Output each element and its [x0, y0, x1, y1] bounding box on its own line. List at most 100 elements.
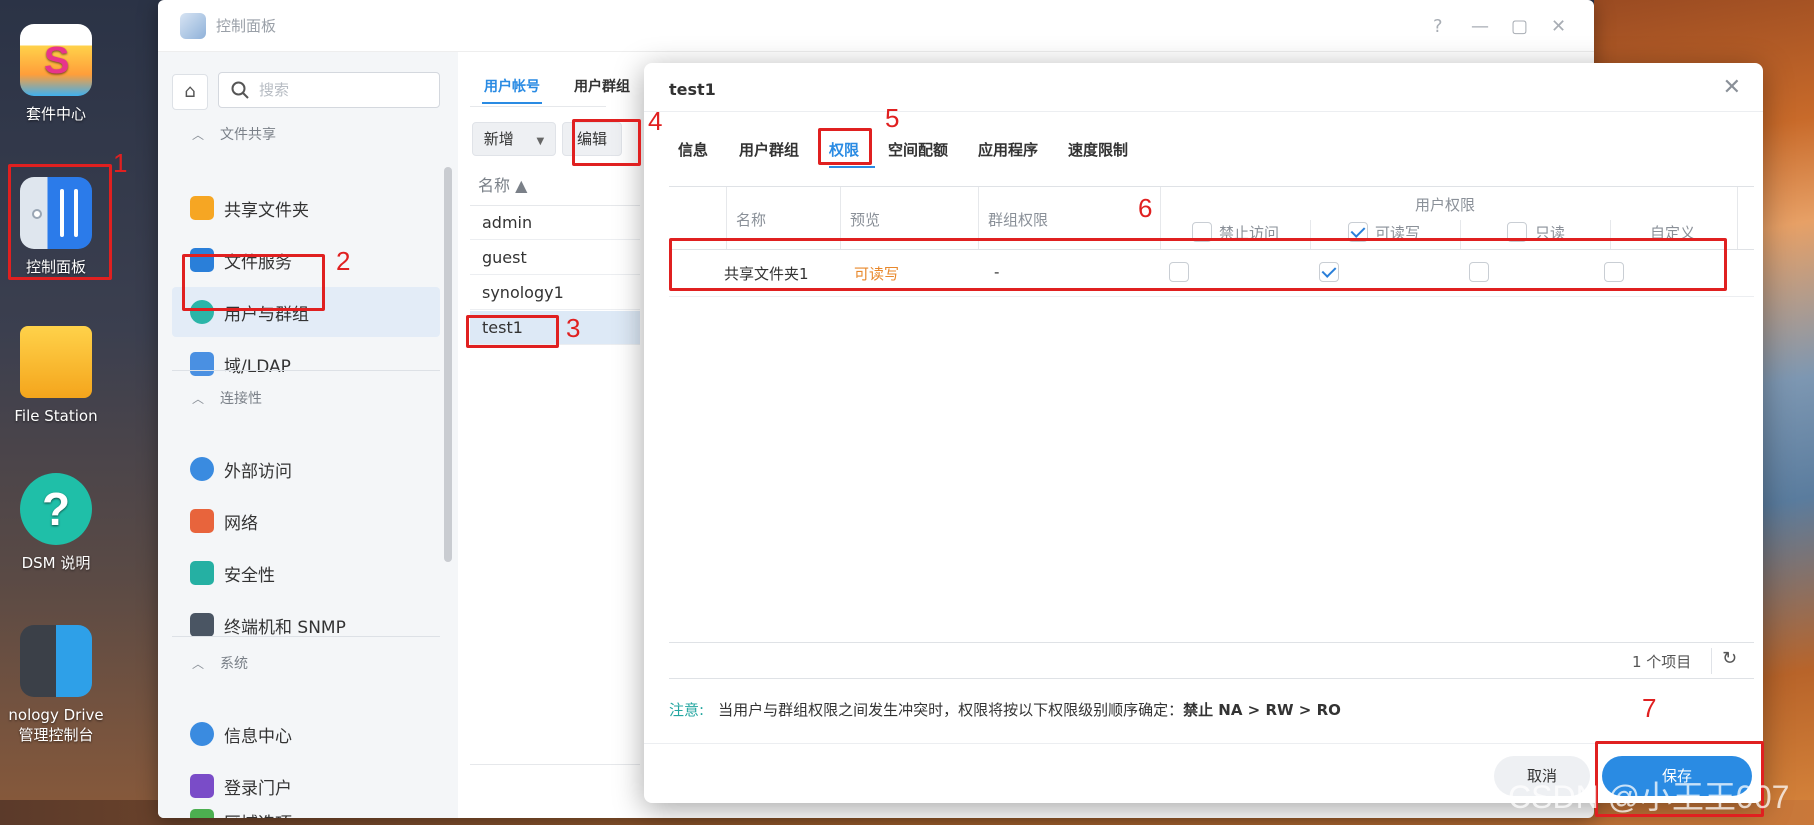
- column-header-name[interactable]: 名称: [736, 209, 766, 230]
- section-title: 系统: [220, 656, 249, 672]
- row-border: [669, 296, 1754, 297]
- user-row-admin[interactable]: admin: [470, 206, 640, 240]
- divider: [172, 370, 440, 371]
- sidebar-item-label: 网络: [224, 513, 258, 534]
- help-icon: ?: [20, 473, 92, 545]
- list-header-name[interactable]: 名称 ▲: [478, 172, 628, 196]
- annotation-number-6: 6: [1138, 193, 1153, 223]
- column-header-preview[interactable]: 预览: [850, 209, 880, 230]
- sidebar-item-terminal-snmp[interactable]: 终端机和 SNMP: [172, 600, 440, 650]
- sidebar: ⌂ ︿文件共享 共享文件夹 文件服务 用户与群组 域/LDAP ︿连接性 外部访…: [158, 52, 458, 818]
- annotation-number-2: 2: [336, 246, 351, 276]
- sidebar-item-network[interactable]: 网络: [172, 496, 440, 546]
- sidebar-item-login-portal[interactable]: 登录门户: [172, 761, 440, 811]
- annotation-box-5: [818, 128, 872, 165]
- search-box[interactable]: [218, 72, 440, 108]
- minimize-icon[interactable]: —: [1471, 16, 1489, 37]
- sidebar-scrollbar[interactable]: [444, 167, 452, 562]
- divider: [644, 111, 1763, 112]
- sidebar-item-regional-options[interactable]: 区域选项: [172, 809, 440, 818]
- divider: [1711, 648, 1712, 674]
- user-row-synology1[interactable]: synology1: [470, 276, 640, 310]
- annotation-box-2: [182, 254, 325, 311]
- sidebar-item-label: 共享文件夹: [224, 200, 309, 221]
- annotation-number-5: 5: [885, 103, 900, 133]
- dsm-help-label: DSM 说明: [21, 554, 91, 572]
- sidebar-item-label: 外部访问: [224, 461, 292, 482]
- tab-info[interactable]: 信息: [678, 139, 708, 160]
- regional-options-icon: [190, 809, 214, 818]
- sidebar-item-shared-folder[interactable]: 共享文件夹: [172, 183, 440, 233]
- sidebar-item-ldap[interactable]: 域/LDAP: [172, 339, 440, 389]
- dsm-help-desktop-icon[interactable]: ? DSM 说明: [0, 473, 112, 573]
- section-system[interactable]: ︿ 系统: [192, 653, 248, 673]
- section-title: 文件共享: [220, 127, 277, 143]
- shield-icon: [190, 561, 214, 585]
- sidebar-item-external-access[interactable]: 外部访问: [172, 444, 440, 494]
- section-file-sharing[interactable]: ︿ 文件共享: [192, 124, 276, 144]
- user-row-guest[interactable]: guest: [470, 241, 640, 275]
- dialog-title: test1: [669, 80, 716, 99]
- sidebar-item-security[interactable]: 安全性: [172, 548, 440, 598]
- active-tab-indicator: [829, 166, 875, 168]
- sidebar-item-info-center[interactable]: 信息中心: [172, 709, 440, 759]
- package-center-label: 套件中心: [25, 105, 86, 123]
- network-icon: [190, 509, 214, 533]
- chevron-up-icon: ︿: [192, 657, 205, 671]
- sidebar-item-label: 区域选项: [224, 809, 292, 818]
- package-center-desktop-icon[interactable]: S 套件中心: [0, 24, 112, 124]
- tab-speed-limit[interactable]: 速度限制: [1068, 139, 1128, 160]
- tab-user-groups[interactable]: 用户群组: [739, 139, 799, 160]
- annotation-box-4: [572, 119, 641, 166]
- domain-icon: [190, 352, 214, 376]
- item-count: 1 个项目: [1632, 653, 1692, 671]
- grid-footer-border: [669, 642, 1754, 643]
- add-button[interactable]: 新增 ▼: [472, 122, 556, 156]
- package-center-icon: S: [20, 24, 92, 96]
- note-text: 当用户与群组权限之间发生冲突时，权限将按以下权限级别顺序确定：: [718, 701, 1184, 719]
- help-icon[interactable]: ?: [1433, 16, 1443, 37]
- tab-applications[interactable]: 应用程序: [978, 139, 1038, 160]
- sidebar-item-label: 安全性: [224, 565, 275, 586]
- annotation-number-3: 3: [566, 313, 581, 343]
- sidebar-item-label: 信息中心: [224, 726, 292, 747]
- note-order: 禁止 NA > RW > RO: [1183, 701, 1341, 719]
- annotation-number-4: 4: [648, 106, 663, 136]
- sidebar-item-label: 登录门户: [224, 778, 292, 799]
- window-titlebar: 控制面板 ? — ▢ ✕: [158, 0, 1594, 52]
- grid-top-border: [669, 186, 1754, 187]
- tab-user-accounts[interactable]: 用户帐号: [484, 76, 540, 96]
- annotation-number-1: 1: [113, 148, 128, 178]
- dialog-close-icon[interactable]: ✕: [1723, 75, 1741, 100]
- tab-user-groups[interactable]: 用户群组: [574, 76, 630, 96]
- sidebar-item-label: 终端机和 SNMP: [224, 617, 346, 638]
- column-header-user-permission: 用户权限: [1415, 196, 1476, 214]
- search-input[interactable]: [259, 79, 429, 101]
- column-separator: [1737, 187, 1738, 249]
- note-label: 注意:: [669, 701, 705, 719]
- login-portal-icon: [190, 774, 214, 798]
- home-icon[interactable]: ⌂: [172, 74, 208, 110]
- watermark: CSDN @小王王007: [1508, 779, 1790, 815]
- search-icon: [231, 81, 249, 99]
- permission-note: 注意: 当用户与群组权限之间发生冲突时，权限将按以下权限级别顺序确定：禁止 NA …: [669, 699, 1341, 720]
- divider: [669, 678, 1754, 679]
- section-connectivity[interactable]: ︿ 连接性: [192, 388, 262, 408]
- tab-quota[interactable]: 空间配额: [888, 139, 948, 160]
- terminal-icon: [190, 613, 214, 637]
- synology-drive-desktop-icon[interactable]: nology Drive 管理控制台: [0, 625, 112, 745]
- edit-user-dialog: test1 ✕ 信息 用户群组 权限 空间配额 应用程序 速度限制 名称 预览 …: [644, 63, 1763, 803]
- chevron-up-icon: ︿: [192, 392, 205, 406]
- add-button-label: 新增: [483, 130, 514, 148]
- file-station-desktop-icon[interactable]: File Station: [0, 326, 112, 426]
- maximize-icon[interactable]: ▢: [1511, 16, 1528, 37]
- divider: [470, 764, 640, 765]
- close-icon[interactable]: ✕: [1551, 16, 1566, 37]
- synology-drive-label: nology Drive 管理控制台: [8, 706, 104, 744]
- column-header-group-permission[interactable]: 群组权限: [988, 209, 1048, 230]
- file-station-label: File Station: [14, 407, 98, 425]
- chevron-down-icon: ▼: [536, 136, 545, 147]
- window-title: 控制面板: [216, 17, 277, 35]
- annotation-box-6: [669, 238, 1727, 291]
- refresh-icon[interactable]: ↻: [1722, 648, 1737, 669]
